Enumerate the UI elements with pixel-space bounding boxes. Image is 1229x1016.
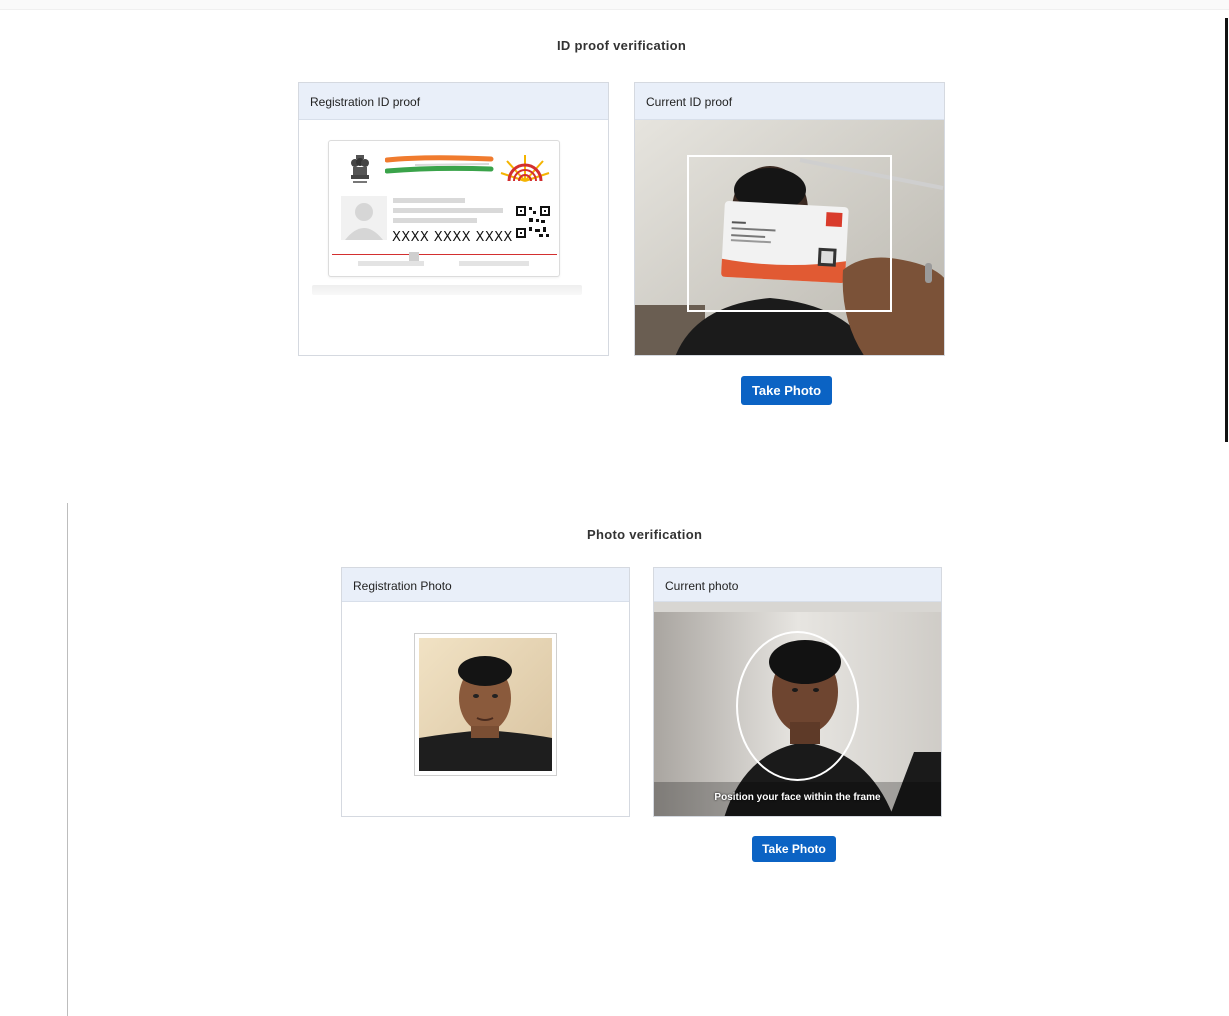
id-section-title: ID proof verification bbox=[557, 38, 687, 53]
id-number: XXXX XXXX XXXX bbox=[392, 230, 513, 245]
registration-photo bbox=[414, 633, 557, 776]
photo-section-title: Photo verification bbox=[587, 527, 703, 542]
registration-photo-header: Registration Photo bbox=[342, 568, 629, 602]
registration-photo-panel: Registration Photo bbox=[341, 567, 630, 817]
face-capture-oval bbox=[736, 631, 859, 781]
take-face-photo-button[interactable]: Take Photo bbox=[752, 836, 836, 862]
tricolor-strokes bbox=[385, 155, 494, 174]
take-id-photo-button[interactable]: Take Photo bbox=[741, 376, 832, 405]
current-id-header: Current ID proof bbox=[635, 83, 944, 120]
qr-code-icon bbox=[515, 205, 551, 239]
id-card-image: XXXX XXXX XXXX bbox=[328, 140, 560, 277]
current-photo-header: Current photo bbox=[654, 568, 941, 602]
card-red-line bbox=[332, 254, 557, 255]
registration-id-header: Registration ID proof bbox=[299, 83, 608, 120]
id-capture-frame bbox=[687, 155, 892, 312]
top-strip bbox=[0, 0, 1229, 10]
emblem-icon bbox=[351, 155, 369, 183]
current-id-panel: Current ID proof bbox=[634, 82, 945, 356]
registration-id-body: XXXX XXXX XXXX bbox=[299, 120, 608, 355]
aadhaar-logo-icon bbox=[500, 155, 550, 182]
current-photo-camera-feed: Position your face within the frame bbox=[654, 602, 941, 816]
registration-photo-body bbox=[342, 602, 629, 816]
registered-face-image bbox=[419, 638, 552, 771]
face-position-hint: Position your face within the frame bbox=[714, 792, 881, 803]
card-reflection bbox=[312, 285, 582, 295]
current-photo-panel: Current photo Position your face within … bbox=[653, 567, 942, 817]
current-id-camera-feed bbox=[635, 120, 944, 355]
right-divider bbox=[1225, 18, 1228, 442]
registration-id-panel: Registration ID proof XXXX XXXX XXXX bbox=[298, 82, 609, 356]
avatar-icon bbox=[341, 196, 387, 240]
left-divider bbox=[67, 503, 68, 1016]
